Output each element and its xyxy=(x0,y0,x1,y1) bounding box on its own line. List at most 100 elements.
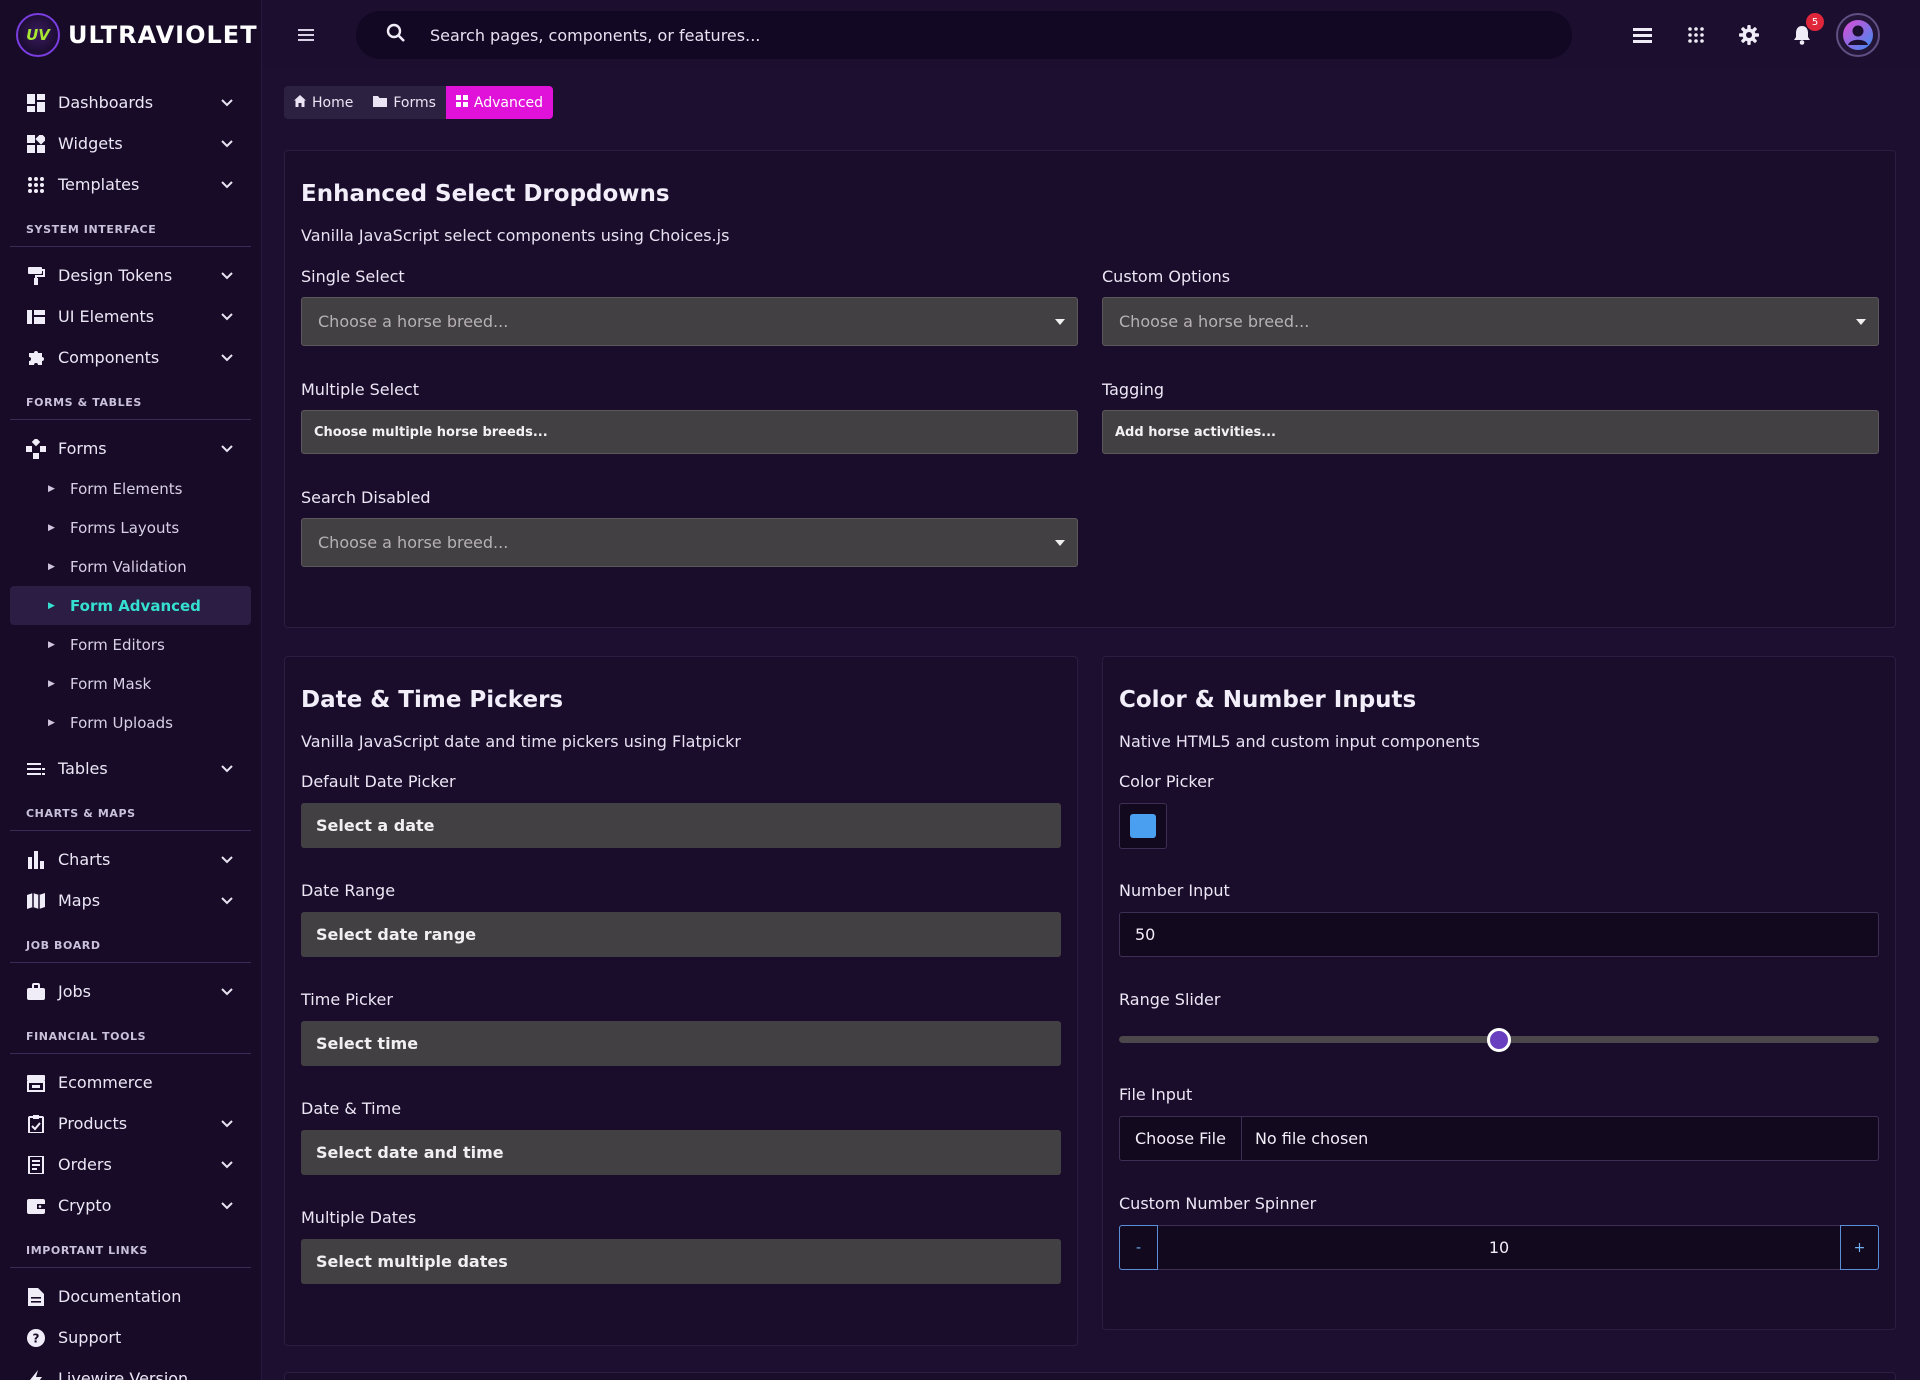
chevron-down-icon xyxy=(219,441,235,457)
sidebar-item-crypto[interactable]: Crypto xyxy=(10,1185,251,1226)
sidebar-item-label: Widgets xyxy=(58,134,123,153)
custom-options-select[interactable]: Choose a horse breed... xyxy=(1102,297,1879,346)
spinner-decrement-button[interactable]: - xyxy=(1119,1225,1158,1270)
sidebar-item-label: Components xyxy=(58,348,160,367)
sidebar-subitem-form-editors[interactable]: ▶ Form Editors xyxy=(10,625,251,664)
sidebar-subitem-form-elements[interactable]: ▶ Form Elements xyxy=(10,469,251,508)
section-title-job-board: JOB BOARD xyxy=(10,921,251,963)
default-date-picker[interactable]: Select a date xyxy=(301,803,1061,848)
sidebar-item-components[interactable]: Components xyxy=(10,337,251,378)
date-range-label: Date Range xyxy=(301,881,396,900)
section-title-charts-maps: CHARTS & MAPS xyxy=(10,789,251,831)
grid-icon xyxy=(26,175,46,195)
sidebar-item-forms[interactable]: Forms xyxy=(10,428,251,469)
sidebar-item-maps[interactable]: Maps xyxy=(10,880,251,921)
select-card: Enhanced Select Dropdowns Vanilla JavaSc… xyxy=(284,150,1896,628)
single-select[interactable]: Choose a horse breed... xyxy=(301,297,1078,346)
date-range-picker[interactable]: Select date range xyxy=(301,912,1061,957)
sidebar-item-label: Charts xyxy=(58,850,111,869)
color-card-title: Color & Number Inputs xyxy=(1119,687,1417,713)
apps-grid-icon[interactable] xyxy=(1669,27,1722,43)
caret-right-icon: ▶ xyxy=(48,483,55,494)
document-icon xyxy=(26,1287,46,1307)
sidebar-item-label: UI Elements xyxy=(58,307,155,326)
grid-squares-icon xyxy=(455,95,468,110)
layout-list-icon[interactable] xyxy=(1616,27,1669,43)
caret-down-icon xyxy=(1055,319,1065,325)
tagging-placeholder: Add horse activities... xyxy=(1115,424,1276,440)
sidebar-item-orders[interactable]: Orders xyxy=(10,1144,251,1185)
sidebar-item-livewire[interactable]: Livewire Version xyxy=(10,1358,251,1380)
sidebar-subitem-form-advanced[interactable]: ▶ Form Advanced xyxy=(10,586,251,625)
multiple-select[interactable]: Choose multiple horse breeds... xyxy=(301,410,1078,454)
avatar[interactable] xyxy=(1836,13,1880,57)
color-picker[interactable] xyxy=(1119,803,1167,849)
sidebar-item-design-tokens[interactable]: Design Tokens xyxy=(10,255,251,296)
sidebar-item-dashboards[interactable]: Dashboards xyxy=(10,82,251,123)
sidebar-item-jobs[interactable]: Jobs xyxy=(10,971,251,1012)
lightning-icon xyxy=(26,1369,46,1380)
sidebar-item-label: Support xyxy=(58,1328,122,1347)
brand-logo: UV xyxy=(16,13,60,57)
sidebar-subitem-form-validation[interactable]: ▶ Form Validation xyxy=(10,547,251,586)
date-time-picker[interactable]: Select date and time xyxy=(301,1130,1061,1175)
sidebar-item-documentation[interactable]: Documentation xyxy=(10,1276,251,1317)
search-disabled-select[interactable]: Choose a horse breed... xyxy=(301,518,1078,567)
puzzle-icon xyxy=(26,348,46,368)
caret-right-icon: ▶ xyxy=(48,678,55,689)
sidebar-item-ecommerce[interactable]: Ecommerce xyxy=(10,1062,251,1103)
sidebar-item-templates[interactable]: Templates xyxy=(10,164,251,205)
sidebar-item-support[interactable]: ? Support xyxy=(10,1317,251,1358)
file-status: No file chosen xyxy=(1254,1129,1369,1148)
spinner-value[interactable]: 10 xyxy=(1158,1226,1840,1269)
sidebar-subitem-form-mask[interactable]: ▶ Form Mask xyxy=(10,664,251,703)
section-title-important-links: IMPORTANT LINKS xyxy=(10,1226,251,1268)
chevron-down-icon xyxy=(219,984,235,1000)
range-slider[interactable] xyxy=(1119,1028,1879,1052)
time-picker[interactable]: Select time xyxy=(301,1021,1061,1066)
custom-options-placeholder: Choose a horse breed... xyxy=(1119,312,1310,331)
paint-roller-icon xyxy=(26,266,46,286)
multiple-dates-picker[interactable]: Select multiple dates xyxy=(301,1239,1061,1284)
sidebar-item-label: Forms xyxy=(58,439,107,458)
search-icon xyxy=(386,23,406,47)
chevron-down-icon xyxy=(219,177,235,193)
breadcrumb-forms[interactable]: Forms xyxy=(363,86,446,119)
sidebar-item-label: Ecommerce xyxy=(58,1073,153,1092)
table-list-icon xyxy=(26,759,46,779)
select-card-title: Enhanced Select Dropdowns xyxy=(301,181,670,207)
sidebar-item-tables[interactable]: Tables xyxy=(10,748,251,789)
notification-bell-icon[interactable]: 5 xyxy=(1775,13,1828,45)
sidebar-item-ui-elements[interactable]: UI Elements xyxy=(10,296,251,337)
file-input[interactable]: Choose File No file chosen xyxy=(1119,1116,1879,1161)
chevron-down-icon xyxy=(219,268,235,284)
sidebar-subitem-form-uploads[interactable]: ▶ Form Uploads xyxy=(10,703,251,742)
number-input[interactable]: 50 xyxy=(1119,912,1879,957)
file-input-label: File Input xyxy=(1119,1085,1193,1104)
range-thumb[interactable] xyxy=(1487,1028,1511,1052)
choose-file-button[interactable]: Choose File xyxy=(1120,1117,1242,1160)
sidebar-item-label: Templates xyxy=(58,175,140,194)
sidebar-item-charts[interactable]: Charts xyxy=(10,839,251,880)
spinner-increment-button[interactable]: + xyxy=(1840,1225,1879,1270)
gear-icon[interactable] xyxy=(1722,25,1775,45)
time-picker-label: Time Picker xyxy=(301,990,393,1009)
folder-icon xyxy=(373,95,388,110)
tagging-input[interactable]: Add horse activities... xyxy=(1102,410,1879,454)
section-title-system-interface: SYSTEM INTERFACE xyxy=(10,205,251,247)
color-number-card: Color & Number Inputs Native HTML5 and c… xyxy=(1102,656,1896,1330)
sidebar-item-products[interactable]: Products xyxy=(10,1103,251,1144)
notification-badge: 5 xyxy=(1806,13,1824,31)
home-icon xyxy=(294,95,306,110)
sidebar-item-widgets[interactable]: Widgets xyxy=(10,123,251,164)
chevron-down-icon xyxy=(219,761,235,777)
sidebar-subitem-forms-layouts[interactable]: ▶ Forms Layouts xyxy=(10,508,251,547)
next-card-edge xyxy=(284,1372,1896,1380)
search-input[interactable]: Search pages, components, or features... xyxy=(430,26,760,45)
menu-toggle-icon[interactable] xyxy=(286,29,326,41)
search-bar[interactable]: Search pages, components, or features... xyxy=(356,11,1572,59)
brand[interactable]: UV ULTRAVIOLET xyxy=(0,0,261,70)
breadcrumb-home[interactable]: Home xyxy=(284,86,364,119)
chevron-down-icon xyxy=(219,95,235,111)
caret-down-icon xyxy=(1856,319,1866,325)
